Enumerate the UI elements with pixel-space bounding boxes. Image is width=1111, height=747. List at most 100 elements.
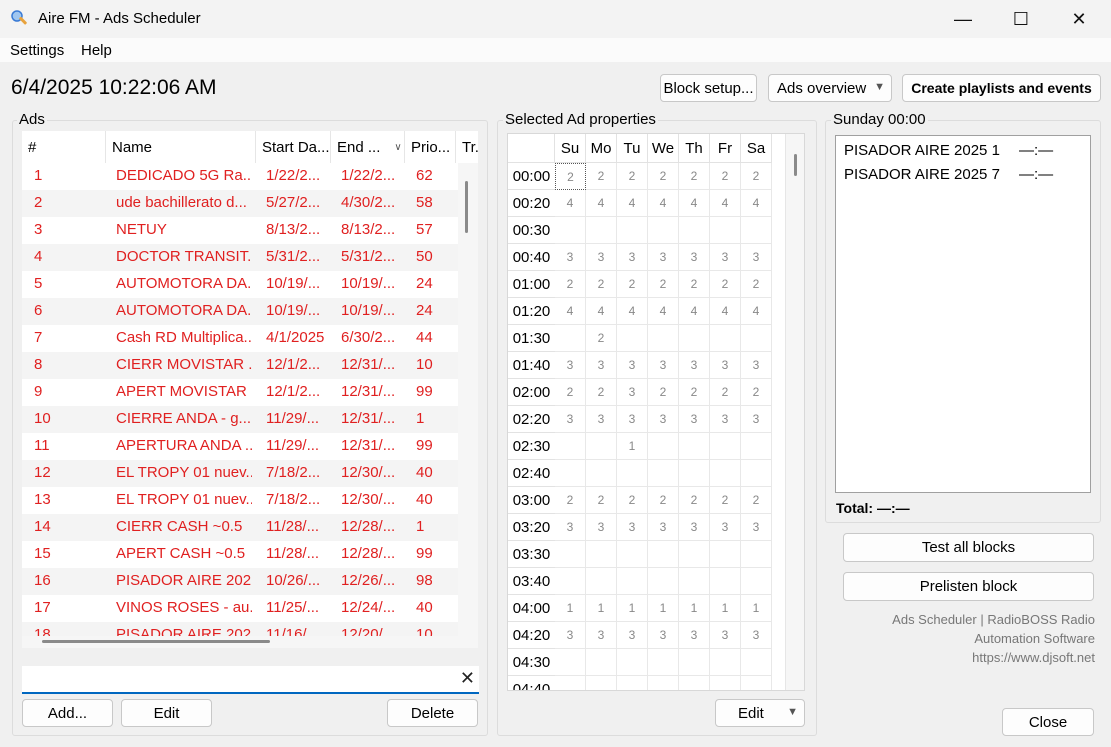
schedule-cell[interactable]: 4 [617, 190, 648, 217]
schedule-cell[interactable] [617, 649, 648, 676]
schedule-cell[interactable]: 3 [710, 622, 741, 649]
schedule-cell[interactable]: 3 [617, 244, 648, 271]
column-priority[interactable]: Prio... [405, 131, 456, 163]
schedule-cell[interactable]: 3 [555, 406, 586, 433]
schedule-cell[interactable] [710, 676, 741, 690]
schedule-cell[interactable]: 2 [710, 379, 741, 406]
maximize-button[interactable]: ☐ [992, 0, 1050, 38]
schedule-cell[interactable]: 1 [586, 595, 617, 622]
grid-scroll-thumb[interactable] [794, 154, 797, 176]
column-name[interactable]: Name [106, 131, 256, 163]
schedule-cell[interactable]: 2 [710, 271, 741, 298]
properties-edit-dropdown[interactable]: Edit ▼ [715, 699, 805, 727]
schedule-cell[interactable]: 1 [648, 595, 679, 622]
table-row[interactable]: 5 AUTOMOTORA DA... 10/19/... 10/19/... 24 [22, 271, 458, 298]
schedule-cell[interactable]: 2 [586, 325, 617, 352]
schedule-cell[interactable]: 2 [679, 487, 710, 514]
schedule-cell[interactable] [555, 460, 586, 487]
day-header[interactable]: Th [679, 134, 710, 163]
schedule-cell[interactable] [741, 568, 772, 595]
schedule-cell[interactable] [679, 460, 710, 487]
schedule-cell[interactable] [586, 568, 617, 595]
schedule-cell[interactable] [617, 541, 648, 568]
schedule-cell[interactable]: 4 [648, 298, 679, 325]
schedule-cell[interactable] [555, 217, 586, 244]
schedule-cell[interactable]: 3 [648, 406, 679, 433]
schedule-cell[interactable]: 1 [679, 595, 710, 622]
schedule-cell[interactable] [648, 676, 679, 690]
prelisten-block-button[interactable]: Prelisten block [843, 572, 1094, 601]
ads-filter-field[interactable]: ✕ [22, 666, 479, 694]
schedule-cell[interactable] [586, 217, 617, 244]
table-row[interactable]: 12 EL TROPY 01 nuev... 7/18/2... 12/30/... 4… [22, 460, 458, 487]
schedule-cell[interactable]: 3 [648, 352, 679, 379]
block-items-list[interactable]: PISADOR AIRE 2025 1 —:— PISADOR AIRE 202… [835, 135, 1091, 493]
schedule-cell[interactable] [555, 676, 586, 690]
delete-ad-button[interactable]: Delete [387, 699, 478, 727]
table-row[interactable]: 8 CIERR MOVISTAR ... 12/1/2... 12/31/... 10 [22, 352, 458, 379]
ads-overview-dropdown[interactable]: Ads overview ▼ [768, 74, 892, 102]
table-row[interactable]: 7 Cash RD Multiplica... 4/1/2025 6/30/2... 4… [22, 325, 458, 352]
schedule-cell[interactable] [648, 325, 679, 352]
close-window-button[interactable]: ✕ [1050, 0, 1108, 38]
schedule-cell[interactable] [679, 649, 710, 676]
schedule-cell[interactable]: 4 [710, 190, 741, 217]
schedule-cell[interactable]: 4 [741, 298, 772, 325]
schedule-cell[interactable]: 3 [710, 514, 741, 541]
schedule-cell[interactable]: 3 [679, 352, 710, 379]
schedule-cell[interactable] [741, 217, 772, 244]
ads-list[interactable]: # Name Start Da... End ... ∨ Prio... Tr.… [22, 131, 478, 648]
schedule-cell[interactable]: 4 [679, 190, 710, 217]
schedule-cell[interactable]: 3 [555, 352, 586, 379]
schedule-cell[interactable]: 1 [555, 595, 586, 622]
schedule-cell[interactable] [710, 568, 741, 595]
schedule-cell[interactable]: 3 [710, 352, 741, 379]
day-header[interactable]: Su [555, 134, 586, 163]
schedule-cell[interactable]: 3 [679, 622, 710, 649]
schedule-cell[interactable]: 3 [648, 244, 679, 271]
schedule-cell[interactable]: 3 [741, 406, 772, 433]
schedule-cell[interactable]: 3 [586, 514, 617, 541]
schedule-cell[interactable] [648, 568, 679, 595]
schedule-cell[interactable]: 4 [617, 298, 648, 325]
schedule-cell[interactable] [648, 217, 679, 244]
schedule-cell[interactable] [710, 649, 741, 676]
menu-help[interactable]: Help [81, 42, 112, 59]
schedule-cell[interactable]: 2 [648, 271, 679, 298]
schedule-cell[interactable] [710, 325, 741, 352]
schedule-cell[interactable]: 2 [710, 487, 741, 514]
schedule-cell[interactable]: 3 [741, 352, 772, 379]
add-ad-button[interactable]: Add... [22, 699, 113, 727]
table-row[interactable]: 10 CIERRE ANDA - g... 11/29/... 12/31/... 1 [22, 406, 458, 433]
schedule-cell[interactable] [555, 433, 586, 460]
schedule-cell[interactable]: 3 [555, 622, 586, 649]
schedule-cell[interactable]: 3 [710, 244, 741, 271]
grid-vertical-scrollbar[interactable] [785, 134, 804, 690]
schedule-cell[interactable] [586, 460, 617, 487]
ads-hscroll-thumb[interactable] [42, 640, 270, 643]
table-row[interactable]: 3 NETUY 8/13/2... 8/13/2... 57 [22, 217, 458, 244]
close-button[interactable]: Close [1002, 708, 1094, 736]
table-row[interactable]: 13 EL TROPY 01 nuev... 7/18/2... 12/30/... 4… [22, 487, 458, 514]
schedule-cell[interactable]: 2 [741, 379, 772, 406]
schedule-cell[interactable] [617, 460, 648, 487]
column-number[interactable]: # [22, 131, 106, 163]
schedule-cell[interactable]: 2 [586, 163, 617, 190]
minimize-button[interactable]: — [934, 0, 992, 38]
block-item[interactable]: PISADOR AIRE 2025 7 —:— [844, 166, 1053, 183]
schedule-cell[interactable] [555, 325, 586, 352]
schedule-cell[interactable]: 2 [555, 271, 586, 298]
schedule-cell[interactable] [555, 649, 586, 676]
table-row[interactable]: 2 ude bachillerato d... 5/27/2... 4/30/2...… [22, 190, 458, 217]
schedule-cell[interactable]: 3 [648, 622, 679, 649]
schedule-cell[interactable] [586, 541, 617, 568]
schedule-cell[interactable] [617, 568, 648, 595]
schedule-cell[interactable]: 1 [741, 595, 772, 622]
day-header[interactable]: Fr [710, 134, 741, 163]
schedule-cell[interactable]: 2 [555, 379, 586, 406]
clear-icon[interactable]: ✕ [460, 668, 475, 689]
schedule-cell[interactable]: 4 [586, 298, 617, 325]
schedule-cell[interactable]: 2 [555, 487, 586, 514]
schedule-grid[interactable]: Su Mo Tu We Th Fr Sa 00:00 2 2 2 2 2 2 2 00:20 4 4 4 4 4 4 4 00… [507, 133, 805, 691]
schedule-cell[interactable]: 2 [617, 487, 648, 514]
